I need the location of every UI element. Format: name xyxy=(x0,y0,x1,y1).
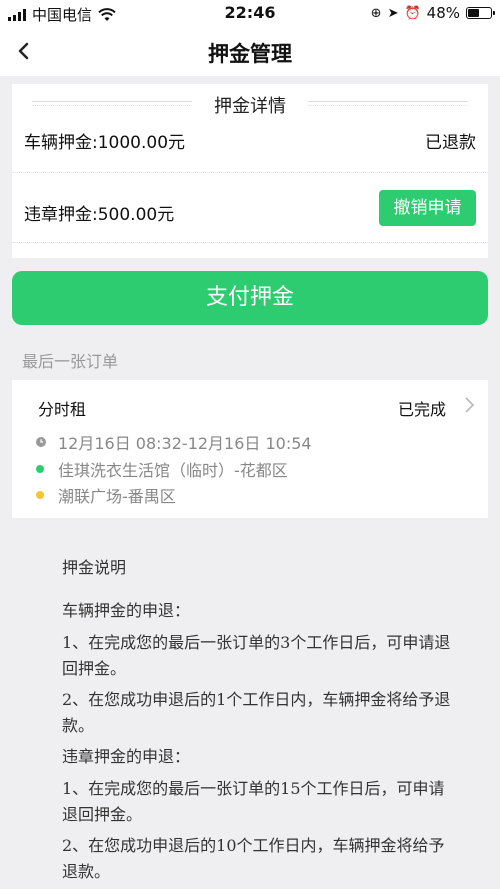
alarm-icon: ⏰ xyxy=(404,5,421,21)
deposit-heading: 押金详情 xyxy=(12,88,488,117)
deposit-divider xyxy=(12,172,488,173)
location-icon: ➤ xyxy=(387,5,399,21)
vehicle-refund-rule-1: 1、在完成您的最后一张订单的3个工作日后，可申请退回押金。 xyxy=(62,633,451,678)
pay-deposit-button[interactable]: 支付押金 xyxy=(12,271,488,325)
cancel-application-button[interactable]: 撤销申请 xyxy=(379,190,476,226)
order-status: 已完成 xyxy=(397,400,446,419)
violation-refund-title: 违章押金的申退： xyxy=(62,747,191,766)
deposit-explanation: 押金说明 车辆押金的申退： 1、在完成您的最后一张订单的3个工作日后，可申请退回… xyxy=(62,555,452,889)
explanation-title: 押金说明 xyxy=(62,558,127,577)
order-end-line: 潮联广场-番禺区 xyxy=(36,483,176,507)
nav-bar: 押金管理 xyxy=(0,26,500,76)
vehicle-refund-rule-2: 2、在您成功申退后的1个工作日内，车辆押金将给予退款。 xyxy=(62,690,451,735)
status-bar: 中国电信 22:46 ⊕ ➤ ⏰ 48% xyxy=(0,0,500,26)
order-end: 潮联广场-番禺区 xyxy=(58,487,176,506)
violation-refund-rule-1: 1、在完成您的最后一张订单的15个工作日后，可申请退回押金。 xyxy=(62,779,445,824)
order-time-line: 12月16日 08:32-12月16日 10:54 xyxy=(36,430,312,454)
last-order-title: 最后一张订单 xyxy=(22,352,119,371)
page-title: 押金管理 xyxy=(208,42,292,66)
violation-deposit-label: 违章押金:500.00元 xyxy=(24,205,175,225)
clock-icon xyxy=(36,437,46,447)
heading-line-right xyxy=(308,101,468,106)
vehicle-deposit-row: 车辆押金:1000.00元 已退款 xyxy=(24,128,476,153)
vehicle-refund-title: 车辆押金的申退： xyxy=(62,601,191,620)
order-start-line: 佳琪洗衣生活馆（临时）-花都区 xyxy=(36,457,288,481)
battery-icon xyxy=(466,7,495,19)
vehicle-deposit-label: 车辆押金:1000.00元 xyxy=(24,133,186,153)
status-right: ⊕ ➤ ⏰ 48% xyxy=(370,4,495,22)
violation-refund-rule-2: 2、在您成功申退后的10个工作日内，车辆押金将给予退款。 xyxy=(62,836,445,881)
order-start: 佳琪洗衣生活馆（临时）-花都区 xyxy=(58,461,288,480)
order-time: 12月16日 08:32-12月16日 10:54 xyxy=(58,434,312,453)
vehicle-deposit-status: 已退款 xyxy=(425,133,476,153)
violation-deposit-row: 违章押金:500.00元 撤销申请 xyxy=(24,190,476,226)
battery-percent: 48% xyxy=(426,4,460,22)
orientation-lock-icon: ⊕ xyxy=(370,5,382,21)
chevron-right-icon xyxy=(465,397,475,413)
battery-fill xyxy=(468,9,479,17)
order-type: 分时租 xyxy=(38,400,87,419)
deposit-card: 押金详情 车辆押金:1000.00元 已退款 违章押金:500.00元 撤销申请 xyxy=(12,84,488,258)
last-order-card[interactable]: 分时租 已完成 12月16日 08:32-12月16日 10:54 佳琪洗衣生活… xyxy=(12,380,488,518)
end-dot-icon xyxy=(36,491,44,499)
deposit-divider-bottom xyxy=(12,242,488,243)
start-dot-icon xyxy=(36,465,44,473)
